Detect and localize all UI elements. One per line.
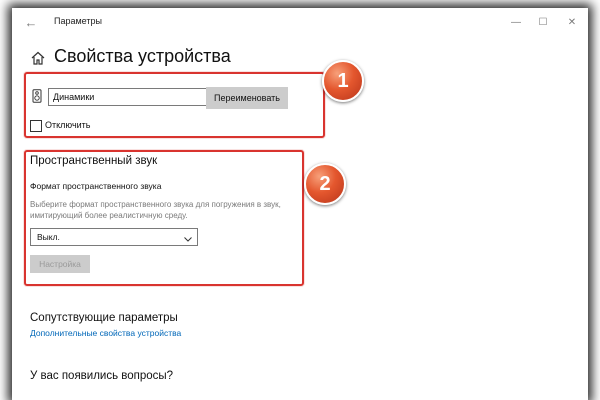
additional-device-properties-link[interactable]: Дополнительные свойства устройства — [30, 328, 181, 338]
minimize-button[interactable]: — — [502, 12, 530, 34]
settings-window: ← Параметры — ☐ ✕ Свойства устройства Ди… — [12, 8, 588, 400]
back-button[interactable]: ← — [22, 14, 40, 32]
home-icon[interactable] — [30, 50, 46, 66]
highlight-box-2 — [24, 150, 304, 286]
questions-title: У вас появились вопросы? — [30, 370, 174, 382]
screenshot-frame: ← Параметры — ☐ ✕ Свойства устройства Ди… — [0, 0, 600, 400]
maximize-button[interactable]: ☐ — [529, 12, 557, 34]
highlight-box-1 — [24, 72, 325, 138]
page-title: Свойства устройства — [54, 46, 231, 66]
step-badge-2: 2 — [304, 163, 346, 205]
step-badge-1: 1 — [322, 60, 364, 102]
title-bar: ← Параметры — ☐ ✕ — [12, 8, 588, 38]
close-button[interactable]: ✕ — [558, 12, 586, 34]
window-title: Параметры — [54, 16, 102, 26]
related-settings-title: Сопутствующие параметры — [30, 312, 178, 324]
